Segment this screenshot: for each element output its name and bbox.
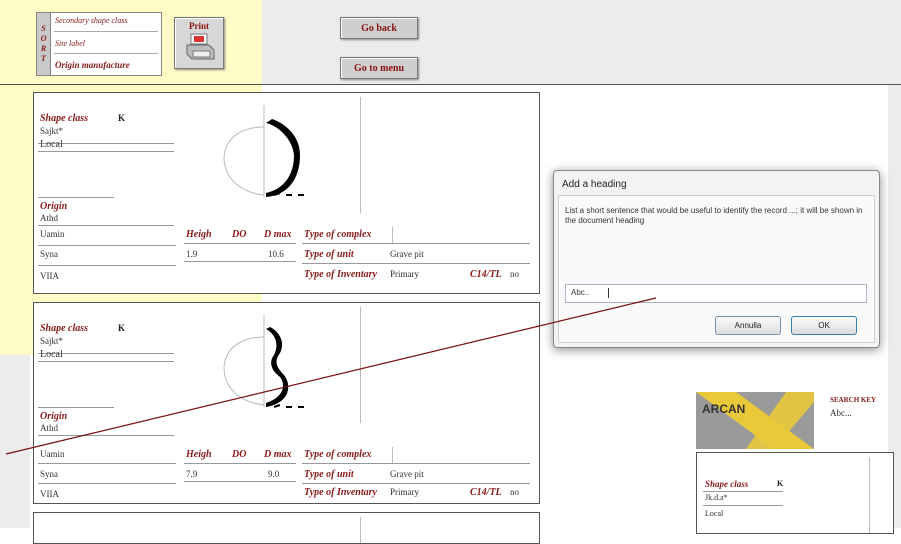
callout-line (5, 297, 657, 455)
